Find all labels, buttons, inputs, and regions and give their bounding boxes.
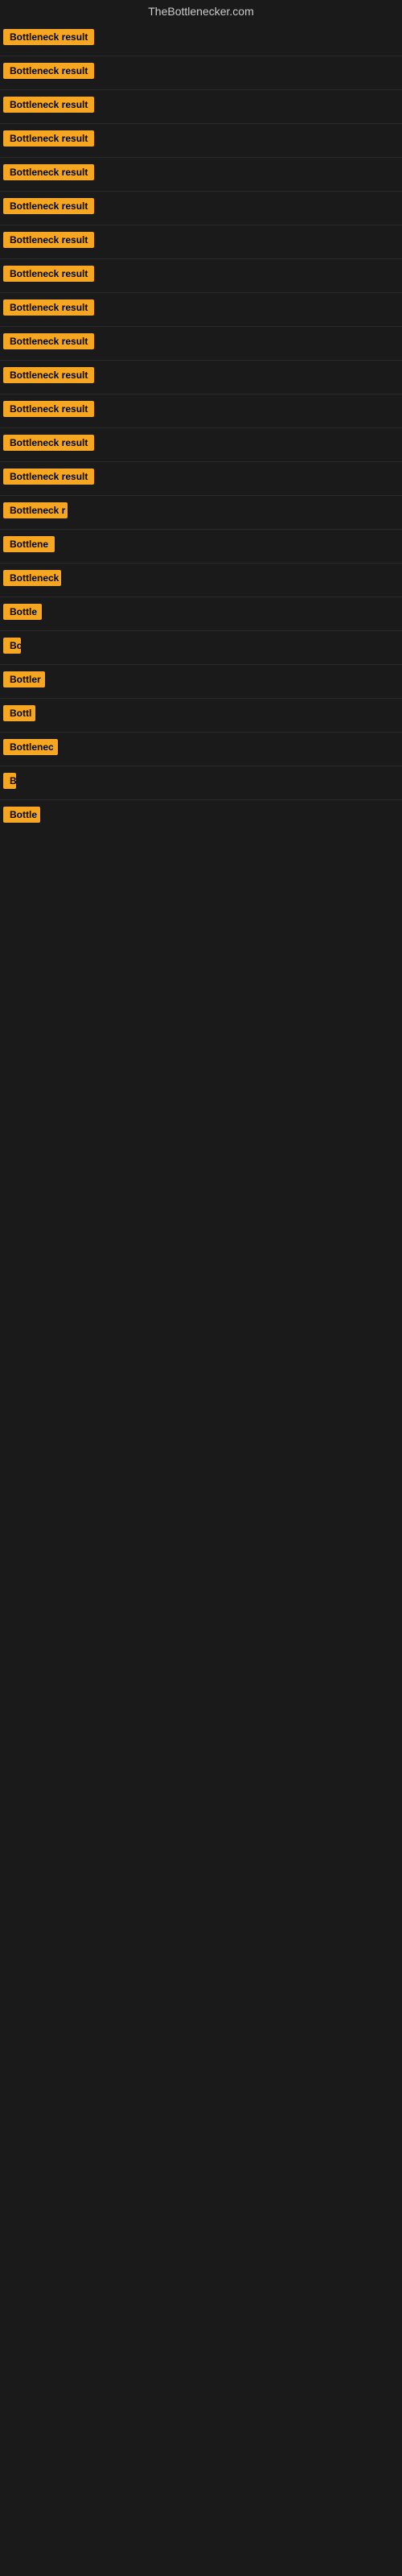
bottleneck-badge[interactable]: Bottle — [3, 604, 42, 620]
bottleneck-badge[interactable]: Bottleneck result — [3, 401, 94, 417]
bottleneck-badge[interactable]: Bottleneck result — [3, 299, 94, 316]
bottleneck-badge[interactable]: Bottleneck result — [3, 29, 94, 45]
result-row: Bottleneck result — [0, 124, 402, 158]
result-row: Bottleneck result — [0, 56, 402, 90]
bottleneck-badge[interactable]: Bottleneck result — [3, 164, 94, 180]
site-title: TheBottlenecker.com — [0, 0, 402, 23]
result-row: Bottl — [0, 699, 402, 733]
bottleneck-badge[interactable]: Bottle — [3, 807, 40, 823]
bottleneck-badge[interactable]: Bottler — [3, 671, 45, 687]
result-row: Bo — [0, 631, 402, 665]
result-row: Bottleneck — [0, 564, 402, 597]
bottleneck-badge[interactable]: Bottl — [3, 705, 35, 721]
bottleneck-badge[interactable]: Bottleneck result — [3, 469, 94, 485]
site-title-text: TheBottlenecker.com — [148, 5, 254, 18]
result-row: Bottleneck result — [0, 225, 402, 259]
bottleneck-badge[interactable]: Bottleneck r — [3, 502, 68, 518]
result-row: Bottleneck result — [0, 428, 402, 462]
result-row: Bottleneck result — [0, 361, 402, 394]
result-row: Bottlene — [0, 530, 402, 564]
bottleneck-badge[interactable]: Bottleneck result — [3, 232, 94, 248]
result-row: Bottler — [0, 665, 402, 699]
bottleneck-badge[interactable]: B — [3, 773, 16, 789]
result-row: Bottleneck result — [0, 90, 402, 124]
bottleneck-badge[interactable]: Bottleneck result — [3, 333, 94, 349]
bottleneck-badge[interactable]: Bottleneck result — [3, 367, 94, 383]
result-row: Bottleneck result — [0, 23, 402, 56]
bottleneck-badge[interactable]: Bottleneck result — [3, 97, 94, 113]
bottleneck-badge[interactable]: Bottleneck result — [3, 435, 94, 451]
bottleneck-badge[interactable]: Bottleneck — [3, 570, 61, 586]
result-row: Bottleneck result — [0, 293, 402, 327]
bottleneck-badge[interactable]: Bottleneck result — [3, 130, 94, 147]
result-row: Bottleneck result — [0, 462, 402, 496]
result-row: Bottle — [0, 800, 402, 833]
result-row: Bottleneck result — [0, 259, 402, 293]
result-row: B — [0, 766, 402, 800]
result-row: Bottleneck result — [0, 158, 402, 192]
result-row: Bottleneck result — [0, 327, 402, 361]
bottleneck-badge[interactable]: Bottlene — [3, 536, 55, 552]
result-row: Bottleneck result — [0, 394, 402, 428]
result-row: Bottlenec — [0, 733, 402, 766]
bottleneck-badge[interactable]: Bo — [3, 638, 21, 654]
bottleneck-badge[interactable]: Bottleneck result — [3, 63, 94, 79]
result-row: Bottleneck result — [0, 192, 402, 225]
bottleneck-badge[interactable]: Bottleneck result — [3, 266, 94, 282]
bottleneck-badge[interactable]: Bottleneck result — [3, 198, 94, 214]
bottleneck-badge[interactable]: Bottlenec — [3, 739, 58, 755]
result-row: Bottle — [0, 597, 402, 631]
result-row: Bottleneck r — [0, 496, 402, 530]
results-container: Bottleneck result Bottleneck result Bottle… — [0, 23, 402, 833]
